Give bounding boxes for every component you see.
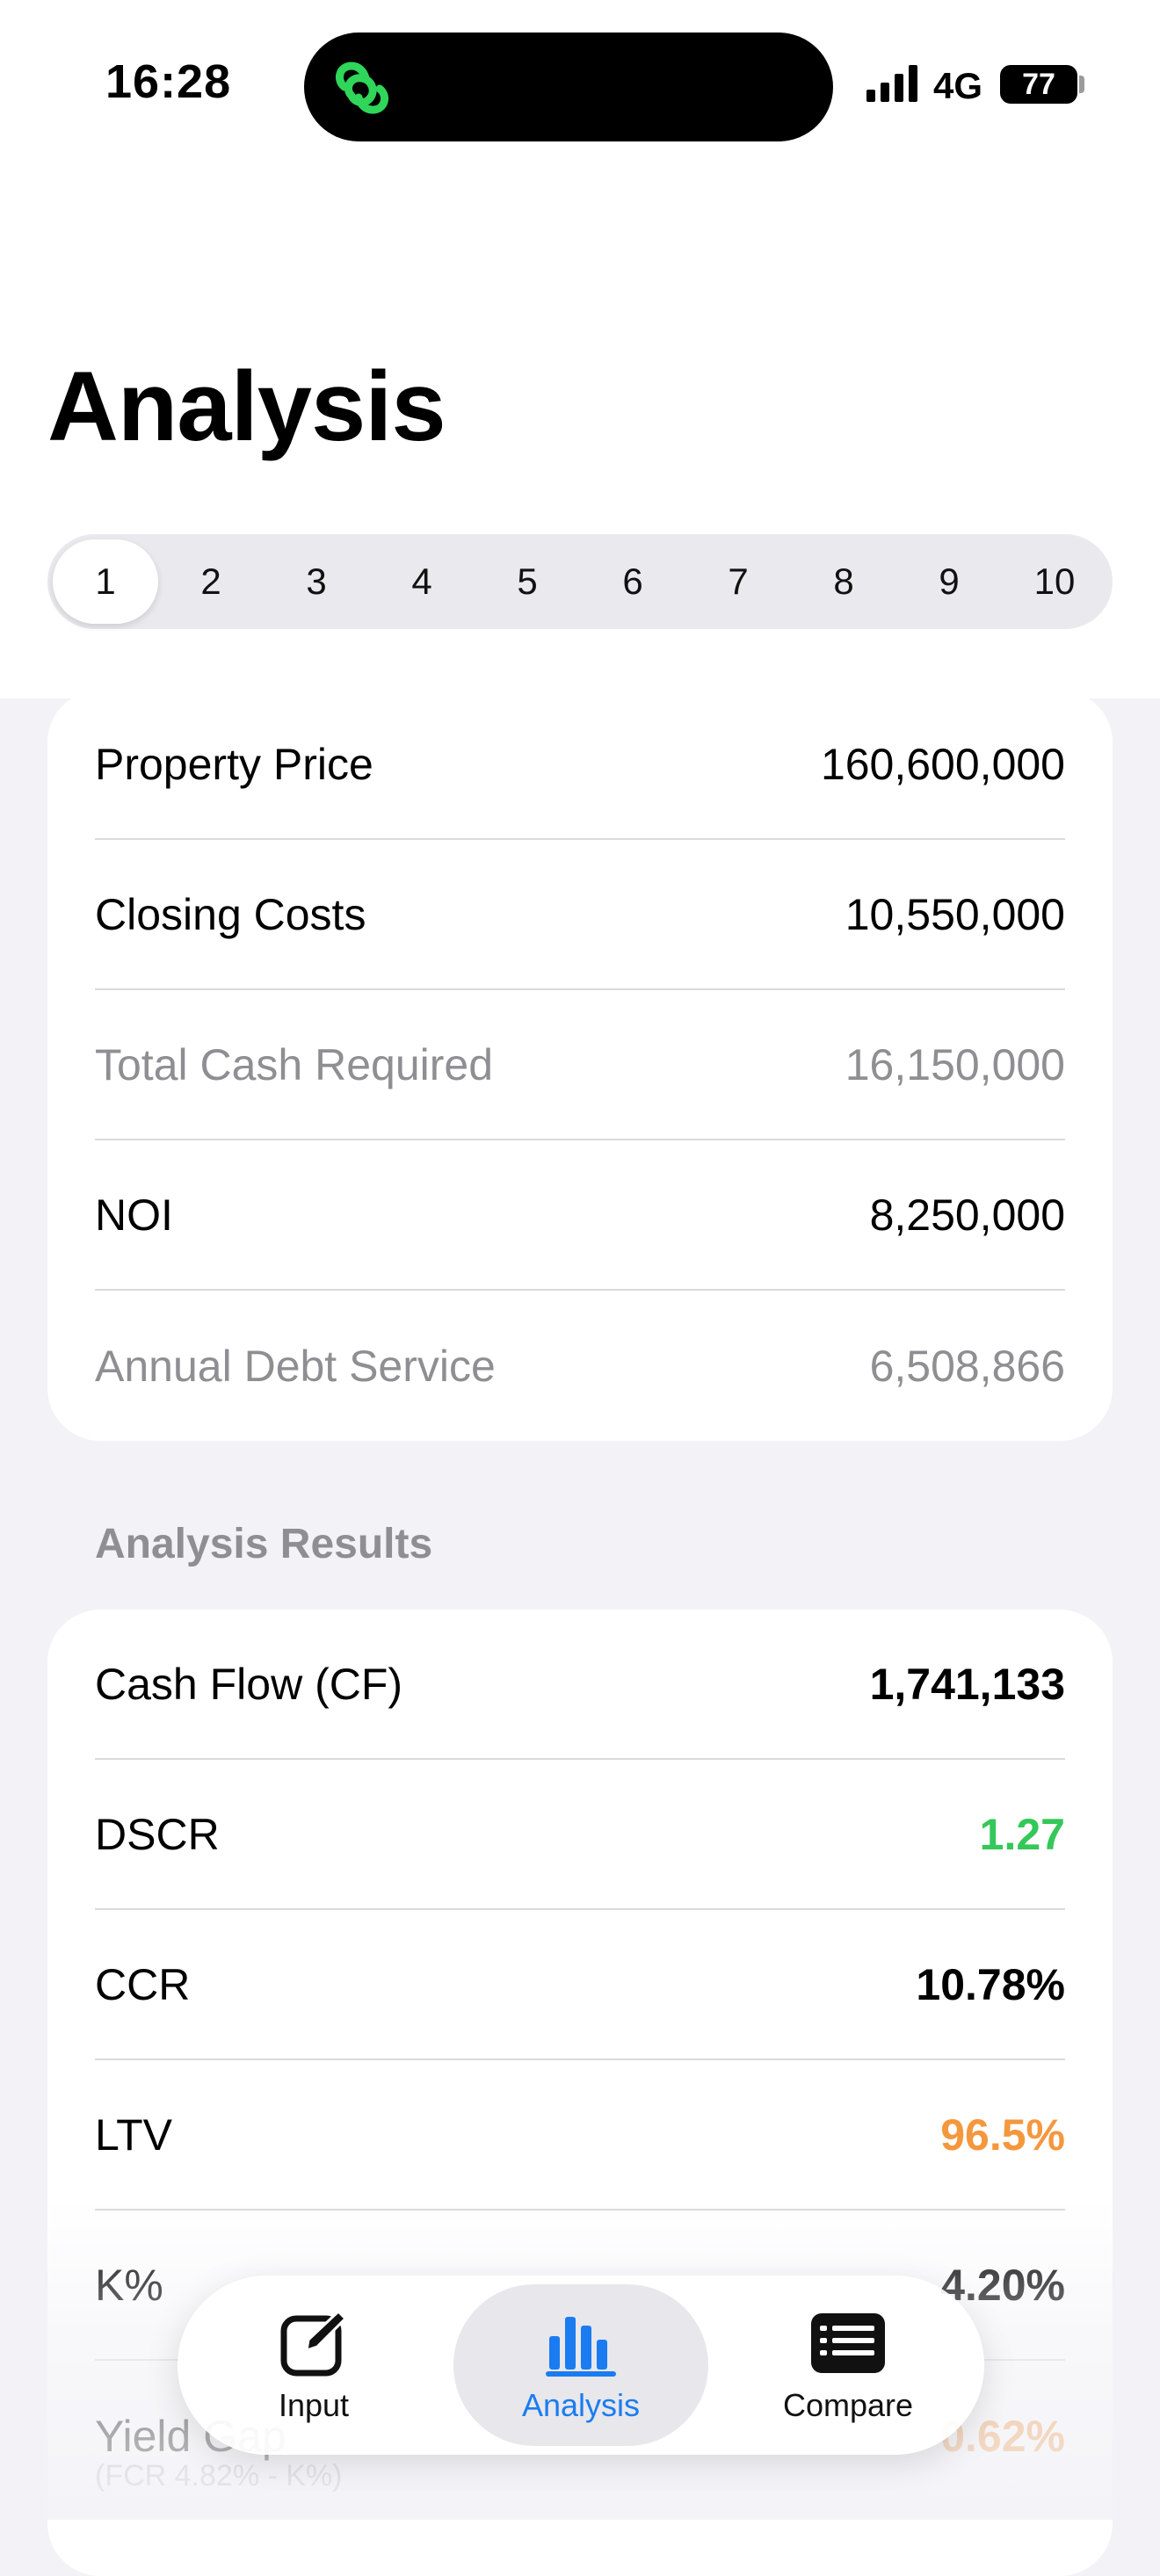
tab-input[interactable]: Input (186, 2284, 441, 2446)
scenario-segmented-control: 1 2 3 4 5 6 7 8 9 10 (47, 534, 1113, 629)
row-noi: NOI 8,250,000 (95, 1140, 1065, 1291)
row-label: Closing Costs (95, 889, 366, 939)
segment-3[interactable]: 3 (264, 539, 369, 624)
row-value: 1,741,133 (869, 1659, 1065, 1709)
segment-10[interactable]: 10 (1002, 539, 1107, 624)
row-value: 1.27 (979, 1809, 1065, 1859)
row-value: 16,150,000 (845, 1039, 1065, 1089)
status-time: 16:28 (105, 55, 232, 108)
row-total-cash-required: Total Cash Required 16,150,000 (95, 990, 1065, 1140)
tab-analysis[interactable]: Analysis (453, 2284, 708, 2446)
row-value: 8,250,000 (869, 1190, 1065, 1240)
tab-label: Analysis (521, 2387, 641, 2423)
row-dscr: DSCR 1.27 (95, 1760, 1065, 1910)
segment-9[interactable]: 9 (896, 539, 1002, 624)
row-label: Total Cash Required (95, 1039, 494, 1089)
row-value: 10.78% (916, 1959, 1065, 2009)
row-label: NOI (95, 1190, 173, 1240)
row-label: Cash Flow (CF) (95, 1659, 403, 1709)
tab-compare[interactable]: Compare (721, 2284, 975, 2446)
network-label: 4G (933, 65, 983, 106)
tab-label: Compare (782, 2387, 914, 2423)
segment-8[interactable]: 8 (791, 539, 896, 624)
segment-5[interactable]: 5 (475, 539, 580, 624)
battery-cap (1079, 76, 1084, 93)
link-icon (335, 62, 389, 114)
segment-7[interactable]: 7 (685, 539, 791, 624)
row-label: LTV (95, 2109, 172, 2160)
battery-icon: 77 (1000, 65, 1077, 104)
row-label: K% (95, 2260, 163, 2310)
row-label: Property Price (95, 739, 373, 789)
dynamic-island (304, 33, 833, 141)
row-value: 10,550,000 (845, 889, 1065, 939)
list-icon (811, 2313, 885, 2373)
segment-4[interactable]: 4 (369, 539, 475, 624)
row-annual-debt-service: Annual Debt Service 6,508,866 (95, 1291, 1065, 1441)
row-label: CCR (95, 1959, 191, 2009)
analysis-results-header: Analysis Results (95, 1521, 433, 1567)
row-sublabel: (FCR 4.82% - K%) (95, 2459, 343, 2493)
row-value: 96.5% (940, 2109, 1065, 2160)
row-label: Annual Debt Service (95, 1341, 496, 1391)
row-property-price: Property Price 160,600,000 (95, 690, 1065, 840)
bar-chart-icon (546, 2317, 616, 2377)
row-ccr: CCR 10.78% (95, 1910, 1065, 2060)
signal-icon (866, 65, 917, 102)
row-cash-flow: Cash Flow (CF) 1,741,133 (95, 1610, 1065, 1760)
row-value: 160,600,000 (820, 739, 1065, 789)
row-closing-costs: Closing Costs 10,550,000 (95, 840, 1065, 990)
segment-2[interactable]: 2 (158, 539, 264, 624)
summary-card: Property Price 160,600,000 Closing Costs… (47, 690, 1113, 1441)
page-title: Analysis (47, 351, 446, 461)
segment-6[interactable]: 6 (580, 539, 685, 624)
row-label: DSCR (95, 1809, 220, 1859)
edit-icon (280, 2309, 348, 2377)
tab-label: Input (278, 2387, 350, 2423)
tab-bar: Input Analysis Compare (178, 2276, 984, 2455)
segment-1[interactable]: 1 (53, 539, 158, 624)
row-ltv: LTV 96.5% (95, 2060, 1065, 2211)
row-value: 6,508,866 (869, 1341, 1065, 1391)
